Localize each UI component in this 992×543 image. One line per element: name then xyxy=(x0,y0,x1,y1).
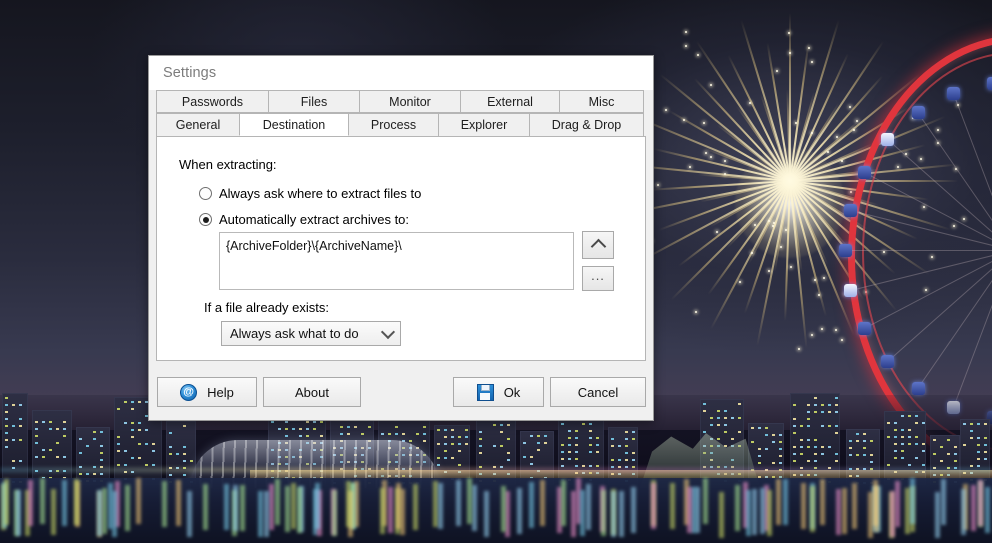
ok-button[interactable]: Ok xyxy=(453,377,544,407)
about-button-label: About xyxy=(295,385,329,400)
tab-destination-label: Destination xyxy=(263,118,326,132)
radio-auto-extract[interactable]: Automatically extract archives to: xyxy=(199,212,409,227)
cancel-button-label: Cancel xyxy=(578,385,618,400)
shoreline-glow xyxy=(0,468,992,472)
radio-always-ask-where-label: Always ask where to extract files to xyxy=(219,186,421,201)
browse-button-label: ... xyxy=(591,272,605,280)
chevron-down-icon[interactable] xyxy=(376,331,400,337)
chevron-up-icon xyxy=(590,239,606,255)
help-button-label: Help xyxy=(207,385,234,400)
dialog-titlebar: Settings xyxy=(149,56,653,90)
tab-misc[interactable]: Misc xyxy=(559,90,644,113)
destination-path-input[interactable] xyxy=(219,232,574,290)
marina-bay-water xyxy=(0,478,992,543)
tab-general[interactable]: General xyxy=(156,113,240,136)
tab-row-top: Passwords Files Monitor External Misc xyxy=(156,90,646,113)
at-sign-icon: @ xyxy=(180,384,197,401)
destination-tab-panel: When extracting: Always ask where to ext… xyxy=(156,136,646,361)
tab-explorer-label: Explorer xyxy=(461,118,508,132)
tab-general-label: General xyxy=(176,118,220,132)
dialog-title: Settings xyxy=(163,65,216,81)
ok-button-label: Ok xyxy=(504,385,521,400)
chevron-down-glyph xyxy=(381,324,395,338)
tab-destination[interactable]: Destination xyxy=(239,113,349,136)
tab-files[interactable]: Files xyxy=(268,90,360,113)
tab-drag-and-drop-label: Drag & Drop xyxy=(552,118,621,132)
tab-files-label: Files xyxy=(301,95,327,109)
radio-always-ask-where[interactable]: Always ask where to extract files to xyxy=(199,186,421,201)
tab-monitor[interactable]: Monitor xyxy=(359,90,461,113)
tab-passwords[interactable]: Passwords xyxy=(156,90,269,113)
help-button[interactable]: @ Help xyxy=(157,377,257,407)
tab-monitor-label: Monitor xyxy=(389,95,431,109)
tab-external[interactable]: External xyxy=(460,90,560,113)
save-floppy-icon xyxy=(477,384,494,401)
settings-dialog: Settings Passwords Files Monitor Externa… xyxy=(148,55,654,421)
file-exists-selected-value: Always ask what to do xyxy=(230,326,376,341)
radio-auto-extract-indicator[interactable] xyxy=(199,213,212,226)
radio-always-ask-where-indicator[interactable] xyxy=(199,187,212,200)
dialog-footer: @ Help About Ok Cancel xyxy=(149,367,653,420)
tab-strip: Passwords Files Monitor External Misc Ge… xyxy=(149,90,653,136)
tab-drag-and-drop[interactable]: Drag & Drop xyxy=(529,113,644,136)
tab-external-label: External xyxy=(487,95,533,109)
radio-auto-extract-label: Automatically extract archives to: xyxy=(219,212,409,227)
tab-process-label: Process xyxy=(371,118,416,132)
tab-passwords-label: Passwords xyxy=(182,95,243,109)
when-extracting-label: When extracting: xyxy=(179,157,277,172)
file-exists-label: If a file already exists: xyxy=(204,300,329,315)
tab-explorer[interactable]: Explorer xyxy=(438,113,530,136)
tab-process[interactable]: Process xyxy=(348,113,439,136)
cancel-button[interactable]: Cancel xyxy=(550,377,646,407)
file-exists-dropdown[interactable]: Always ask what to do xyxy=(221,321,401,346)
browse-button[interactable]: ... xyxy=(582,266,614,291)
about-button[interactable]: About xyxy=(263,377,361,407)
tab-row-bottom: General Destination Process Explorer Dra… xyxy=(156,113,646,136)
tab-misc-label: Misc xyxy=(589,95,615,109)
path-up-button[interactable] xyxy=(582,231,614,259)
